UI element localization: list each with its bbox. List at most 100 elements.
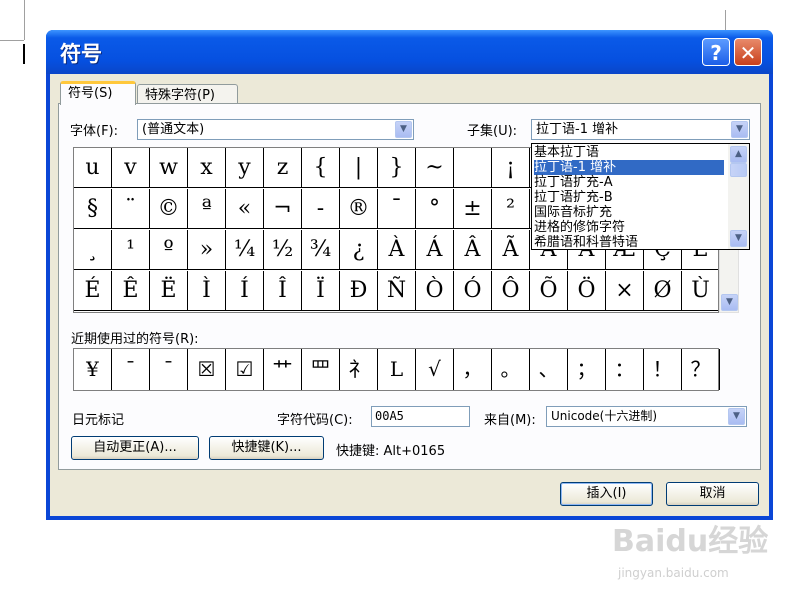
- symbol-cell[interactable]: }: [378, 148, 416, 188]
- symbol-cell[interactable]: w: [150, 148, 188, 188]
- symbol-cell[interactable]: ¬: [264, 189, 302, 229]
- shortcut-key-button[interactable]: 快捷键(K)...: [209, 436, 324, 460]
- symbol-cell[interactable]: u: [74, 148, 112, 188]
- symbol-cell[interactable]: y: [226, 148, 264, 188]
- symbol-cell[interactable]: Ã: [492, 230, 530, 270]
- symbol-cell[interactable]: Ø: [644, 271, 682, 311]
- symbol-cell[interactable]: Ô: [492, 271, 530, 311]
- recent-symbol-cell[interactable]: ☒: [188, 349, 226, 390]
- symbol-cell[interactable]: Ñ: [378, 271, 416, 311]
- symbol-cell[interactable]: |: [340, 148, 378, 188]
- chevron-down-icon[interactable]: ▼: [730, 230, 747, 247]
- recent-symbol-cell[interactable]: ¥: [74, 349, 112, 390]
- symbol-cell[interactable]: [454, 148, 492, 188]
- symbol-cell[interactable]: ª: [188, 189, 226, 229]
- symbol-cell[interactable]: ¿: [340, 230, 378, 270]
- symbol-cell[interactable]: v: [112, 148, 150, 188]
- symbol-cell[interactable]: ¯: [378, 189, 416, 229]
- recent-symbol-cell[interactable]: ，: [454, 349, 492, 390]
- symbol-cell[interactable]: Ï: [302, 271, 340, 311]
- char-code-input[interactable]: 00A5: [371, 406, 470, 427]
- subset-option[interactable]: 拉丁语扩充-A: [534, 175, 724, 190]
- symbol-cell[interactable]: §: [74, 189, 112, 229]
- symbol-cell[interactable]: z: [264, 148, 302, 188]
- symbol-cell[interactable]: ½: [264, 230, 302, 270]
- symbol-cell[interactable]: ¼: [226, 230, 264, 270]
- scroll-thumb[interactable]: [730, 163, 747, 177]
- watermark-logo: Baidu经验: [612, 524, 769, 559]
- symbol-cell[interactable]: ~: [416, 148, 454, 188]
- symbol-cell[interactable]: É: [74, 271, 112, 311]
- recent-symbol-cell[interactable]: 。: [492, 349, 530, 390]
- recent-symbol-cell[interactable]: 罒: [302, 349, 340, 390]
- text-cursor: [23, 44, 25, 64]
- symbol-cell[interactable]: Â: [454, 230, 492, 270]
- symbol-cell[interactable]: Í: [226, 271, 264, 311]
- subset-option[interactable]: 拉丁语-1 增补: [534, 160, 724, 175]
- symbol-cell[interactable]: ¾: [302, 230, 340, 270]
- symbol-cell[interactable]: ¡: [492, 148, 530, 188]
- chevron-down-icon[interactable]: ▼: [728, 408, 745, 425]
- chevron-down-icon[interactable]: ▼: [395, 121, 412, 138]
- recent-symbol-cell[interactable]: 礻: [340, 349, 378, 390]
- help-button[interactable]: ?: [702, 38, 730, 66]
- symbol-cell[interactable]: Ë: [150, 271, 188, 311]
- recent-symbol-cell[interactable]: L: [378, 349, 416, 390]
- symbol-cell[interactable]: ±: [454, 189, 492, 229]
- chevron-down-icon[interactable]: ▼: [721, 294, 738, 311]
- symbol-cell[interactable]: Ò: [416, 271, 454, 311]
- subset-select[interactable]: 拉丁语-1 增补 ▼: [531, 119, 750, 140]
- symbol-cell[interactable]: ¸: [74, 230, 112, 270]
- symbol-cell[interactable]: ¹: [112, 230, 150, 270]
- chevron-down-icon[interactable]: ▼: [731, 121, 748, 138]
- recent-symbol-cell[interactable]: √: [416, 349, 454, 390]
- chevron-up-icon[interactable]: ▲: [730, 146, 747, 163]
- cancel-button[interactable]: 取消: [666, 482, 759, 506]
- autocorrect-button[interactable]: 自动更正(A)...: [71, 436, 199, 460]
- from-select[interactable]: Unicode(十六进制) ▼: [546, 406, 747, 427]
- tab-symbols[interactable]: 符号(S): [60, 81, 136, 105]
- symbol-cell[interactable]: x: [188, 148, 226, 188]
- symbol-cell[interactable]: »: [188, 230, 226, 270]
- recent-symbol-cell[interactable]: ¯: [150, 349, 188, 390]
- title-bar[interactable]: 符号 ? ✕: [46, 30, 773, 74]
- symbol-cell[interactable]: «: [226, 189, 264, 229]
- subset-option[interactable]: 拉丁语扩充-B: [534, 190, 724, 205]
- recent-symbol-cell[interactable]: 、: [530, 349, 568, 390]
- subset-option[interactable]: 基本拉丁语: [534, 145, 724, 160]
- symbol-cell[interactable]: Ö: [568, 271, 606, 311]
- subset-option[interactable]: 国际音标扩充: [534, 205, 724, 220]
- close-button[interactable]: ✕: [734, 38, 762, 66]
- symbol-cell[interactable]: ®: [340, 189, 378, 229]
- symbol-cell[interactable]: -: [302, 189, 340, 229]
- symbol-cell[interactable]: Õ: [530, 271, 568, 311]
- subset-option[interactable]: 进格的修饰字符: [534, 220, 724, 235]
- recent-symbol-cell[interactable]: ！: [644, 349, 682, 390]
- recent-symbol-cell[interactable]: 艹: [264, 349, 302, 390]
- recent-symbol-cell[interactable]: ☑: [226, 349, 264, 390]
- symbol-cell[interactable]: º: [150, 230, 188, 270]
- symbol-cell[interactable]: Ì: [188, 271, 226, 311]
- recent-symbol-cell[interactable]: ？: [682, 349, 720, 390]
- recent-symbol-cell[interactable]: ；: [568, 349, 606, 390]
- recent-label: 近期使用过的符号(R):: [71, 332, 199, 347]
- symbol-cell[interactable]: Á: [416, 230, 454, 270]
- symbol-cell[interactable]: ²: [492, 189, 530, 229]
- symbol-cell[interactable]: ¨: [112, 189, 150, 229]
- symbol-cell[interactable]: Ê: [112, 271, 150, 311]
- font-select[interactable]: (普通文本) ▼: [137, 119, 414, 140]
- symbol-cell[interactable]: Ù: [682, 271, 718, 311]
- recent-symbol-cell[interactable]: ：: [606, 349, 644, 390]
- symbol-cell[interactable]: {: [302, 148, 340, 188]
- symbol-cell[interactable]: Ð: [340, 271, 378, 311]
- symbol-cell[interactable]: ©: [150, 189, 188, 229]
- subset-option[interactable]: 希腊语和科普特语: [534, 235, 724, 249]
- recent-symbol-cell[interactable]: ¯: [112, 349, 150, 390]
- insert-button[interactable]: 插入(I): [560, 482, 653, 506]
- symbol-cell[interactable]: À: [378, 230, 416, 270]
- symbol-cell[interactable]: Ó: [454, 271, 492, 311]
- symbol-cell[interactable]: Î: [264, 271, 302, 311]
- symbol-cell[interactable]: ×: [606, 271, 644, 311]
- dropdown-scrollbar[interactable]: ▲ ▼: [728, 144, 749, 249]
- symbol-cell[interactable]: °: [416, 189, 454, 229]
